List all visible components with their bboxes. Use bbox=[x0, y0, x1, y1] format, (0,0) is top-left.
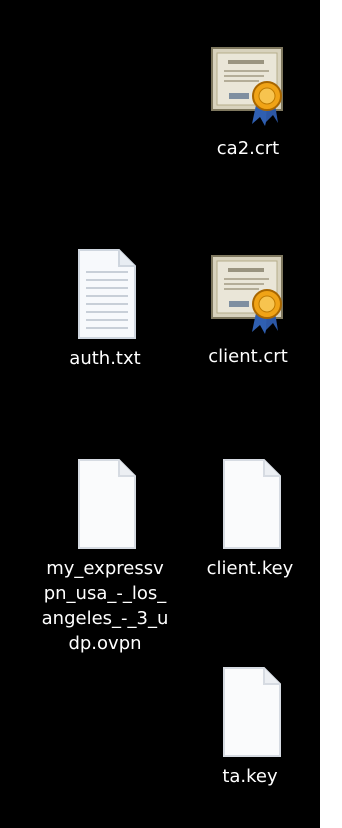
file-label: client.crt bbox=[208, 346, 288, 367]
file-item-ta-key[interactable]: ta.key bbox=[180, 666, 320, 789]
file-label: ta.key bbox=[222, 766, 278, 787]
file-label: ca2.crt bbox=[216, 138, 280, 159]
file-item-ca2-crt[interactable]: ca2.crt bbox=[178, 40, 318, 161]
text-document-icon bbox=[78, 249, 136, 339]
file-label: my_expressvpn_usa_-_los_angeles_-_3_udp.… bbox=[41, 558, 169, 654]
blank-document-icon bbox=[223, 459, 281, 549]
file-label: client.key bbox=[206, 558, 294, 579]
file-item-client-crt[interactable]: client.crt bbox=[178, 248, 318, 369]
blank-document-icon bbox=[78, 459, 136, 549]
certificate-icon bbox=[211, 47, 283, 126]
file-item-ovpn[interactable]: my_expressvpn_usa_-_los_angeles_-_3_udp.… bbox=[35, 458, 175, 656]
file-item-client-key[interactable]: client.key bbox=[180, 458, 320, 581]
file-item-auth-txt[interactable]: auth.txt bbox=[35, 248, 175, 371]
blank-document-icon bbox=[223, 667, 281, 757]
desktop-area: ca2.crt auth.txt client.crt my_expressvp… bbox=[0, 0, 342, 828]
file-label: auth.txt bbox=[69, 348, 141, 369]
certificate-icon bbox=[211, 255, 283, 334]
